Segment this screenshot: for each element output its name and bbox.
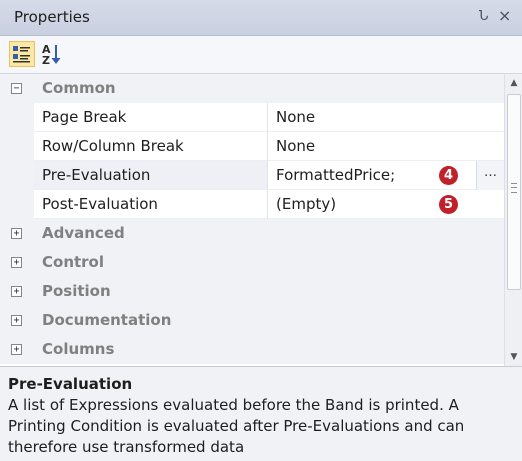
collapse-icon[interactable]: − [11,83,22,94]
property-value[interactable]: None [268,103,504,132]
callout-badge-5: 5 [439,195,458,214]
row-gutter [0,132,34,161]
category-label: Common [42,79,116,97]
property-name: Row/Column Break [34,132,268,161]
scroll-up-icon[interactable]: ▲ [505,74,522,92]
category-advanced[interactable]: + Advanced [0,219,504,248]
scroll-down-icon[interactable]: ▼ [505,348,522,366]
category-common[interactable]: − Common [0,74,504,103]
scroll-thumb[interactable] [507,94,521,290]
row-gutter [0,190,34,219]
property-row-pre-evaluation[interactable]: Pre-Evaluation FormattedPrice; 4 … [0,161,504,190]
category-label: Advanced [42,224,125,242]
description-text: A list of Expressions evaluated before t… [8,396,465,456]
property-name: Pre-Evaluation [34,161,268,190]
description-title: Pre-Evaluation [8,375,133,393]
property-row-page-break[interactable]: Page Break None [0,103,504,132]
property-name: Page Break [34,103,268,132]
expand-icon[interactable]: + [11,315,22,326]
category-label: Documentation [42,311,172,329]
panel-title: Properties [14,8,90,26]
category-label: Columns [42,340,115,358]
properties-panel: Properties Ն × A Z − Common Page Break N… [0,0,522,461]
property-value[interactable]: FormattedPrice; [268,161,504,190]
property-row-row-column-break[interactable]: Row/Column Break None [0,132,504,161]
property-name: Post-Evaluation [34,190,268,219]
category-position[interactable]: + Position [0,277,504,306]
property-value[interactable]: None [268,132,504,161]
category-columns[interactable]: + Columns [0,335,504,364]
expand-icon[interactable]: + [11,228,22,239]
title-bar: Properties Ն × [0,0,522,36]
ellipsis-button[interactable]: … [476,161,504,190]
grip-icon [511,183,517,193]
categorized-icon [13,46,30,63]
sort-alphabetical-icon: A Z [42,43,61,67]
property-row-post-evaluation[interactable]: Post-Evaluation (Empty) 5 [0,190,504,219]
callout-badge-4: 4 [439,166,458,185]
pin-icon[interactable]: Ն [479,9,488,24]
category-label: Position [42,282,111,300]
row-gutter [0,161,34,190]
property-grid: − Common Page Break None Row/Column Brea… [0,74,504,366]
categorized-button[interactable] [9,41,35,67]
property-value[interactable]: (Empty) [268,190,504,219]
category-label: Control [42,253,105,271]
svg-text:Z: Z [42,54,50,67]
close-icon[interactable]: × [498,6,511,25]
category-control[interactable]: + Control [0,248,504,277]
expand-icon[interactable]: + [11,257,22,268]
vertical-scrollbar[interactable]: ▲ ▼ [504,74,522,366]
category-documentation[interactable]: + Documentation [0,306,504,335]
expand-icon[interactable]: + [11,286,22,297]
toolbar: A Z [0,36,522,74]
description-pane: Pre-Evaluation A list of Expressions eva… [0,366,522,461]
row-gutter [0,103,34,132]
expand-icon[interactable]: + [11,344,22,355]
alphabetical-button[interactable]: A Z [39,41,65,67]
